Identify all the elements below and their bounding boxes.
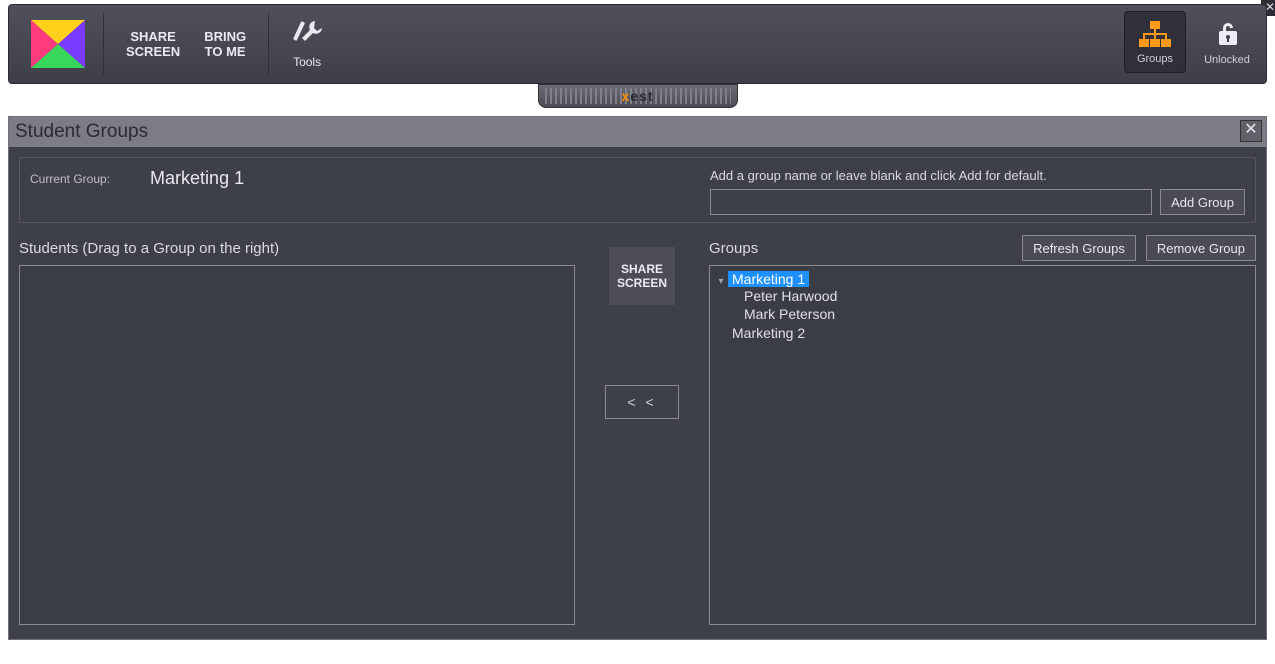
share-screen-tile[interactable]: SHARE SCREEN: [609, 247, 675, 305]
unlocked-label: Unlocked: [1204, 54, 1250, 66]
drawer-handle[interactable]: xest: [538, 84, 738, 108]
bring-to-me-button[interactable]: BRING TO ME: [192, 29, 258, 59]
group-label[interactable]: Marketing 2: [728, 325, 809, 341]
add-group-button[interactable]: Add Group: [1160, 189, 1245, 215]
group-member[interactable]: Peter Harwood: [744, 287, 1251, 305]
current-group-label: Current Group:: [30, 172, 110, 186]
unlocked-icon: [1212, 19, 1242, 52]
refresh-groups-button[interactable]: Refresh Groups: [1022, 235, 1136, 261]
panel-close-button[interactable]: ✕: [1240, 120, 1262, 142]
app-logo-icon: [23, 14, 93, 74]
panel-titlebar: Student Groups ✕: [9, 117, 1266, 147]
students-heading: Students (Drag to a Group on the right): [19, 237, 575, 259]
current-group-value: Marketing 1: [150, 168, 244, 189]
group-node[interactable]: Marketing 2: [714, 324, 1251, 342]
toolbar-separator: [103, 13, 104, 75]
group-member[interactable]: Mark Peterson: [744, 305, 1251, 323]
group-node[interactable]: ▾Marketing 1Peter HarwoodMark Peterson: [714, 270, 1251, 324]
share-screen-button[interactable]: SHARE SCREEN: [114, 29, 192, 59]
move-left-button[interactable]: < <: [605, 385, 679, 419]
tools-label: Tools: [293, 55, 321, 69]
groups-icon: [1138, 20, 1172, 51]
students-listbox[interactable]: [19, 265, 575, 625]
tools-icon: [291, 19, 323, 51]
panel-title-text: Student Groups: [15, 121, 148, 143]
lock-toggle-button[interactable]: Unlocked: [1196, 11, 1258, 73]
groups-heading: Groups: [709, 240, 758, 257]
toolbar-separator: [268, 13, 269, 75]
caret-down-icon[interactable]: ▾: [714, 276, 728, 287]
groups-toggle-button[interactable]: Groups: [1124, 11, 1186, 73]
group-label[interactable]: Marketing 1: [728, 271, 809, 287]
add-group-hint: Add a group name or leave blank and clic…: [710, 168, 1245, 183]
groups-tree[interactable]: ▾Marketing 1Peter HarwoodMark PetersonMa…: [709, 265, 1256, 625]
remove-group-button[interactable]: Remove Group: [1146, 235, 1256, 261]
brand-label: xest: [621, 88, 653, 104]
group-name-input[interactable]: [710, 189, 1152, 215]
current-group-row: Current Group: Marketing 1 Add a group n…: [19, 157, 1256, 223]
tools-button[interactable]: Tools: [279, 19, 335, 70]
main-toolbar: SHARE SCREEN BRING TO ME Tools: [8, 4, 1267, 84]
groups-label: Groups: [1137, 53, 1173, 65]
student-groups-panel: Student Groups ✕ Current Group: Marketin…: [8, 116, 1267, 640]
